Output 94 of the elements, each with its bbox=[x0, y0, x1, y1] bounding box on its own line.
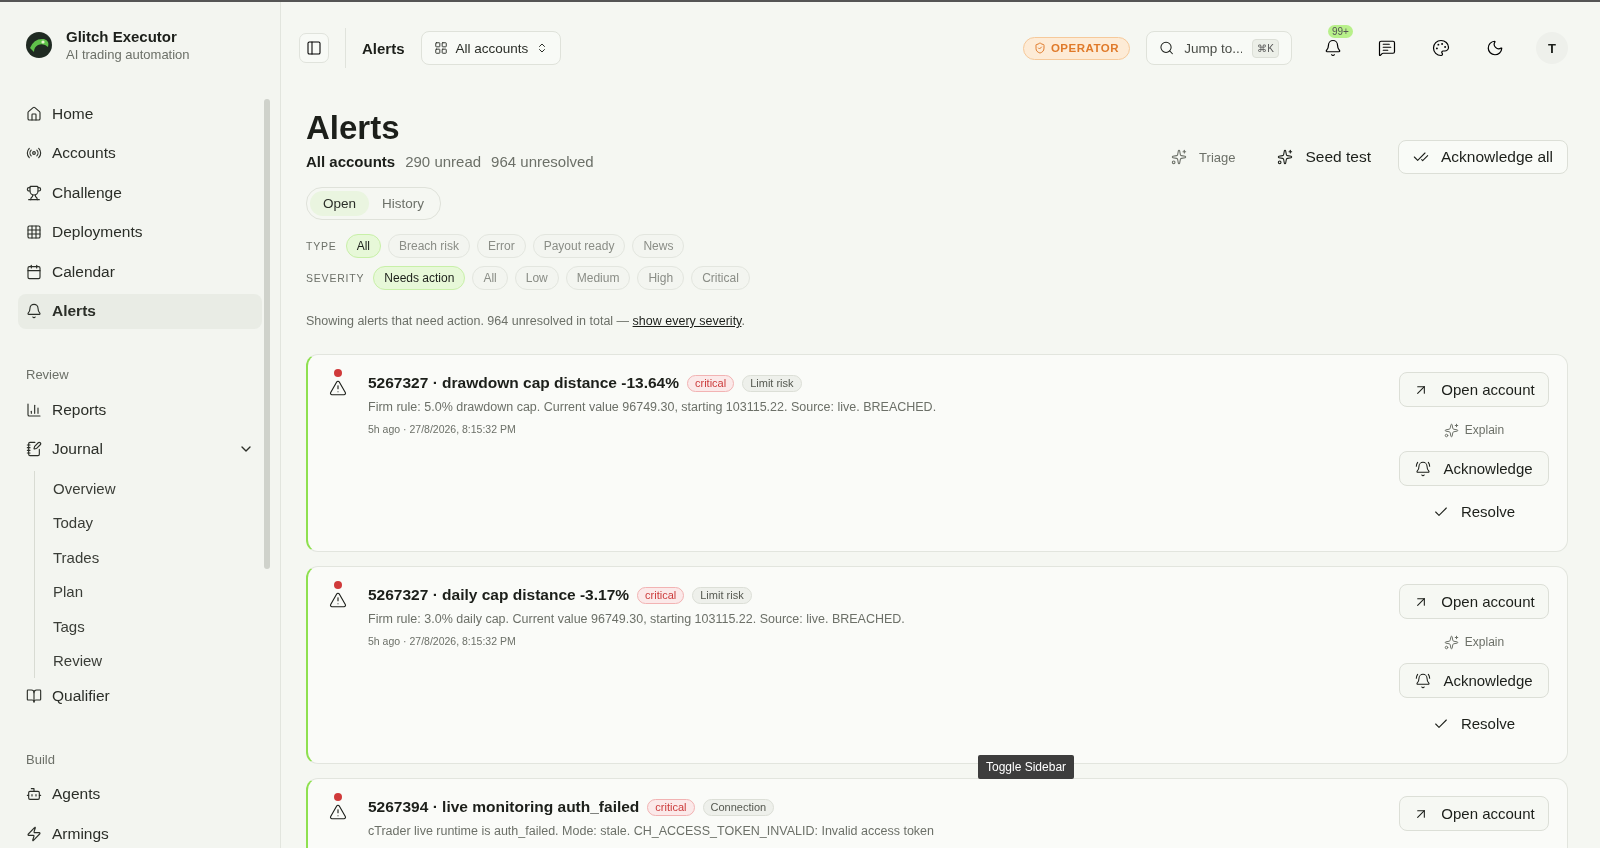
open-button[interactable]: Open account bbox=[1399, 796, 1549, 831]
bell-icon bbox=[1415, 672, 1432, 689]
nav-item[interactable]: Calendar bbox=[18, 254, 262, 289]
sparkle-icon bbox=[1443, 422, 1459, 438]
nav-item[interactable]: Reports bbox=[18, 392, 262, 427]
notebook-icon bbox=[26, 441, 42, 457]
bell-icon bbox=[1415, 460, 1432, 477]
filter-label: SEVERITY bbox=[306, 272, 365, 284]
breadcrumb: Alerts bbox=[362, 39, 405, 57]
sparkle-icon bbox=[1171, 149, 1188, 165]
open-button[interactable]: Open account bbox=[1399, 372, 1549, 407]
robot-icon bbox=[26, 786, 42, 802]
nav-subitem[interactable]: Tags bbox=[53, 609, 262, 644]
alert-time: 5h ago · 27/8/2026, 8:15:32 PM bbox=[368, 635, 517, 647]
nav-item[interactable]: Journal bbox=[18, 431, 262, 467]
category-tag: Limit risk bbox=[692, 586, 752, 604]
severity-tag: critical bbox=[637, 586, 685, 604]
filter-chip[interactable]: Needs action bbox=[373, 266, 466, 290]
alert-description: Firm rule: 5.0% drawdown cap. Current value 96749.30, starting 103115.22. Source: live. BREACHED. bbox=[368, 400, 938, 414]
nav-subitem[interactable]: Today bbox=[53, 505, 262, 540]
explain-button[interactable]: Explain bbox=[1399, 627, 1549, 657]
bar-chart-icon bbox=[26, 401, 42, 418]
severity-tag: critical bbox=[687, 374, 735, 392]
action-button[interactable]: Seed test bbox=[1262, 140, 1386, 174]
nav-subitem[interactable]: Review bbox=[53, 643, 262, 678]
alert-description: Firm rule: 3.0% daily cap. Current value 96749.30, starting 103115.22. Source: live. BREACHED. bbox=[368, 612, 906, 626]
unresolved-count: 964 unresolved bbox=[491, 153, 594, 170]
nav-item[interactable]: Armings bbox=[18, 816, 262, 848]
severity-tag: critical bbox=[647, 798, 695, 816]
sidebar-toggle-button[interactable] bbox=[299, 33, 329, 63]
nav-item[interactable]: Home bbox=[18, 96, 262, 131]
brand-name: Glitch Executor bbox=[66, 28, 178, 45]
bolt-icon bbox=[26, 825, 42, 842]
acknowledge-button[interactable]: Acknowledge bbox=[1399, 451, 1549, 486]
tab[interactable]: History bbox=[369, 191, 438, 216]
unread-count: 290 unread bbox=[405, 153, 482, 170]
tab[interactable]: Open bbox=[310, 191, 370, 216]
account-selector[interactable]: All accounts bbox=[420, 31, 562, 65]
alert-time: 5h ago · 27/8/2026, 8:15:32 PM bbox=[368, 423, 517, 435]
alert-title: 5267394 · live monitoring auth_failed bbox=[368, 798, 640, 816]
resolve-button[interactable]: Resolve bbox=[1399, 706, 1549, 741]
open-button[interactable]: Open account bbox=[1399, 584, 1549, 619]
acknowledge-button[interactable]: Acknowledge bbox=[1399, 663, 1549, 698]
signal-icon bbox=[26, 145, 42, 161]
page-title: Alerts bbox=[306, 109, 401, 147]
search-icon bbox=[1159, 40, 1175, 56]
nav-item[interactable]: Accounts bbox=[18, 135, 262, 171]
bell-icon bbox=[26, 303, 42, 319]
sparkle-icon bbox=[1277, 149, 1294, 165]
nav-item[interactable]: Agents bbox=[18, 776, 262, 812]
nav-item[interactable]: Challenge bbox=[18, 175, 262, 210]
filter-notice: Showing alerts that need action. 964 unresolved in total — show every severity. bbox=[306, 314, 746, 328]
sparkle-icon bbox=[1443, 634, 1459, 650]
category-tag: Limit risk bbox=[742, 374, 802, 392]
category-tag: Connection bbox=[702, 798, 775, 816]
search-field[interactable]: Jump to... ⌘K bbox=[1146, 31, 1292, 65]
avatar[interactable]: T bbox=[1536, 32, 1568, 64]
logo-icon bbox=[24, 30, 54, 60]
brand-tagline: AI trading automation bbox=[66, 47, 190, 62]
role-badge: OPERATOR bbox=[1022, 36, 1130, 60]
filter-chip[interactable]: All bbox=[345, 234, 381, 258]
section-label: Build bbox=[25, 750, 56, 769]
search-input[interactable]: Jump to... bbox=[1182, 39, 1245, 57]
warning-icon bbox=[329, 379, 347, 397]
shield-icon bbox=[1033, 42, 1046, 54]
alert-description: cTrader live runtime is auth_failed. Mode: stale. CH_ACCESS_TOKEN_INVALID: Invalid access token bbox=[368, 824, 935, 838]
account-scope: All accounts bbox=[306, 153, 396, 170]
grid-icon bbox=[433, 41, 448, 55]
explain-button[interactable]: Explain bbox=[1399, 415, 1549, 445]
alert-title: 5267327 · drawdown cap distance -13.64% bbox=[368, 374, 679, 392]
nav-subitem[interactable]: Trades bbox=[53, 540, 262, 575]
alert-title: 5267327 · daily cap distance -3.17% bbox=[368, 586, 630, 604]
tooltip: Toggle Sidebar bbox=[978, 755, 1075, 779]
nav-item[interactable]: Alerts bbox=[18, 293, 262, 329]
action-button[interactable]: Acknowledge all bbox=[1398, 140, 1568, 174]
scrollbar[interactable] bbox=[264, 99, 270, 569]
nav-item[interactable]: Qualifier bbox=[18, 678, 262, 713]
section-label: Review bbox=[25, 366, 70, 384]
warning-icon bbox=[329, 803, 347, 821]
nav-subitem[interactable]: Overview bbox=[53, 471, 262, 506]
action-button[interactable]: Triage bbox=[1156, 140, 1251, 174]
calendar-icon bbox=[26, 263, 42, 280]
filter-label: TYPE bbox=[306, 240, 337, 252]
warning-icon bbox=[329, 591, 347, 609]
shortcut-key: ⌘K bbox=[1252, 38, 1279, 58]
nav-subitem[interactable]: Plan bbox=[53, 574, 262, 609]
notification-count: 99+ bbox=[1328, 25, 1353, 38]
panel-icon bbox=[306, 40, 322, 56]
grid-icon bbox=[26, 224, 42, 240]
nav-item[interactable]: Deployments bbox=[18, 214, 262, 250]
resolve-button[interactable]: Resolve bbox=[1399, 494, 1549, 529]
home-icon bbox=[26, 105, 42, 122]
book-icon bbox=[26, 687, 42, 704]
trophy-icon bbox=[26, 184, 42, 201]
